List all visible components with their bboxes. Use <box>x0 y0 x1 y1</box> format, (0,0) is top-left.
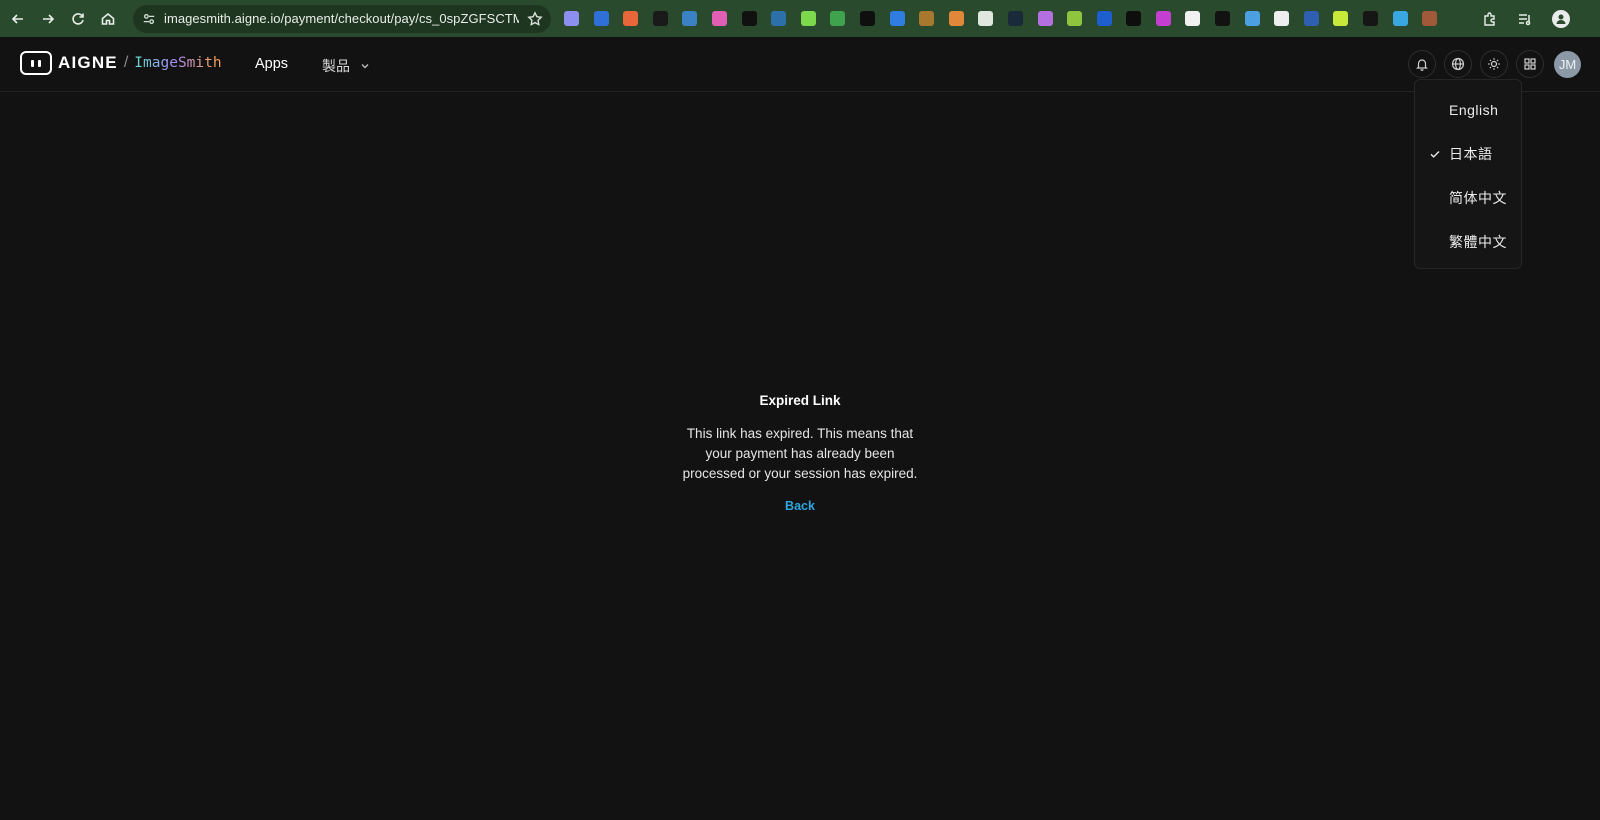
reload-icon[interactable] <box>63 4 93 34</box>
language-option-simplified-chinese[interactable]: 简体中文 <box>1415 176 1521 220</box>
puzzle-extensions-icon[interactable] <box>1482 11 1498 27</box>
extension-icon[interactable] <box>1007 11 1023 26</box>
product-name: ImageSmith <box>134 55 222 71</box>
brand-separator: / <box>123 54 129 71</box>
media-queue-icon[interactable] <box>1517 11 1533 27</box>
extension-icon[interactable] <box>1215 11 1231 26</box>
extension-icon[interactable] <box>919 11 935 26</box>
language-option-label: 繁體中文 <box>1449 234 1507 250</box>
checkmark-icon <box>1430 151 1440 158</box>
extension-icon[interactable] <box>593 11 609 26</box>
notification-button[interactable] <box>1408 50 1436 78</box>
message-body: This link has expired. This means that y… <box>682 426 918 481</box>
extension-icon[interactable] <box>682 11 698 26</box>
extension-icon[interactable] <box>830 11 846 26</box>
theme-toggle-button[interactable] <box>1480 50 1508 78</box>
extension-icon[interactable] <box>1363 11 1379 26</box>
forward-arrow-icon[interactable] <box>33 4 63 34</box>
brand-name: AIGNE <box>58 53 118 72</box>
expired-link-message: Expired Link This link has expired. This… <box>0 393 1600 515</box>
grid-icon <box>1524 58 1536 70</box>
extension-icon[interactable] <box>1126 11 1142 26</box>
nav-products-label: 製品 <box>322 58 350 74</box>
site-settings-icon[interactable] <box>142 12 156 26</box>
url-text[interactable]: imagesmith.aigne.io/payment/checkout/pay… <box>164 11 519 26</box>
extension-icon[interactable] <box>652 11 668 26</box>
extension-icon[interactable] <box>1096 11 1112 26</box>
address-bar[interactable]: imagesmith.aigne.io/payment/checkout/pay… <box>133 4 551 33</box>
extension-icon[interactable] <box>1422 11 1438 26</box>
extension-icon[interactable] <box>711 11 727 26</box>
extension-icon[interactable] <box>1244 11 1260 26</box>
back-arrow-icon[interactable] <box>3 4 33 34</box>
aigne-logo-icon <box>20 51 52 75</box>
extension-icon[interactable] <box>1067 11 1083 26</box>
extension-icon[interactable] <box>741 11 757 26</box>
nav-products-dropdown[interactable]: 製品 <box>322 56 371 76</box>
extension-icon[interactable] <box>623 11 639 26</box>
extension-icon[interactable] <box>1333 11 1349 26</box>
app-grid-button[interactable] <box>1516 50 1544 78</box>
extension-icon[interactable] <box>1392 11 1408 26</box>
message-title: Expired Link <box>759 393 841 408</box>
extension-icon[interactable] <box>1155 11 1171 26</box>
extension-icon[interactable] <box>771 11 787 26</box>
app-header: AIGNE / ImageSmith Apps 製品 JM <box>0 37 1600 92</box>
extension-icon[interactable] <box>564 11 579 26</box>
browser-profile-avatar[interactable] <box>1552 9 1570 28</box>
language-option-label: 简体中文 <box>1449 190 1507 206</box>
nav-apps-link[interactable]: Apps <box>255 56 288 72</box>
bookmark-star-icon[interactable] <box>527 10 543 27</box>
language-button[interactable] <box>1444 50 1472 78</box>
globe-icon <box>1451 57 1465 71</box>
language-option-traditional-chinese[interactable]: 繁體中文 <box>1415 220 1521 264</box>
language-option-label: English <box>1449 102 1499 118</box>
language-menu: English 日本語 简体中文 繁體中文 <box>1414 79 1522 269</box>
extension-icon[interactable] <box>889 11 905 26</box>
language-option-label: 日本語 <box>1449 146 1493 162</box>
extension-icon[interactable] <box>978 11 994 26</box>
extension-icon[interactable] <box>1303 11 1319 26</box>
language-option-english[interactable]: English <box>1415 88 1521 132</box>
bell-icon <box>1416 59 1428 71</box>
browser-toolbar: imagesmith.aigne.io/payment/checkout/pay… <box>0 0 1600 37</box>
aigne-logo[interactable]: AIGNE / ImageSmith <box>20 51 222 75</box>
extension-icon[interactable] <box>1037 11 1053 26</box>
user-avatar[interactable]: JM <box>1554 50 1581 78</box>
sun-icon <box>1488 58 1500 70</box>
home-icon[interactable] <box>93 4 123 34</box>
extension-icon[interactable] <box>800 11 816 26</box>
extension-icon[interactable] <box>948 11 964 26</box>
extension-icon[interactable] <box>859 11 875 26</box>
extension-icon[interactable] <box>1185 11 1201 26</box>
extension-icon[interactable] <box>1274 11 1290 26</box>
extensions-strip <box>564 11 1452 26</box>
back-link[interactable]: Back <box>785 499 815 513</box>
language-option-japanese[interactable]: 日本語 <box>1415 132 1521 176</box>
chevron-down-icon <box>361 64 369 69</box>
